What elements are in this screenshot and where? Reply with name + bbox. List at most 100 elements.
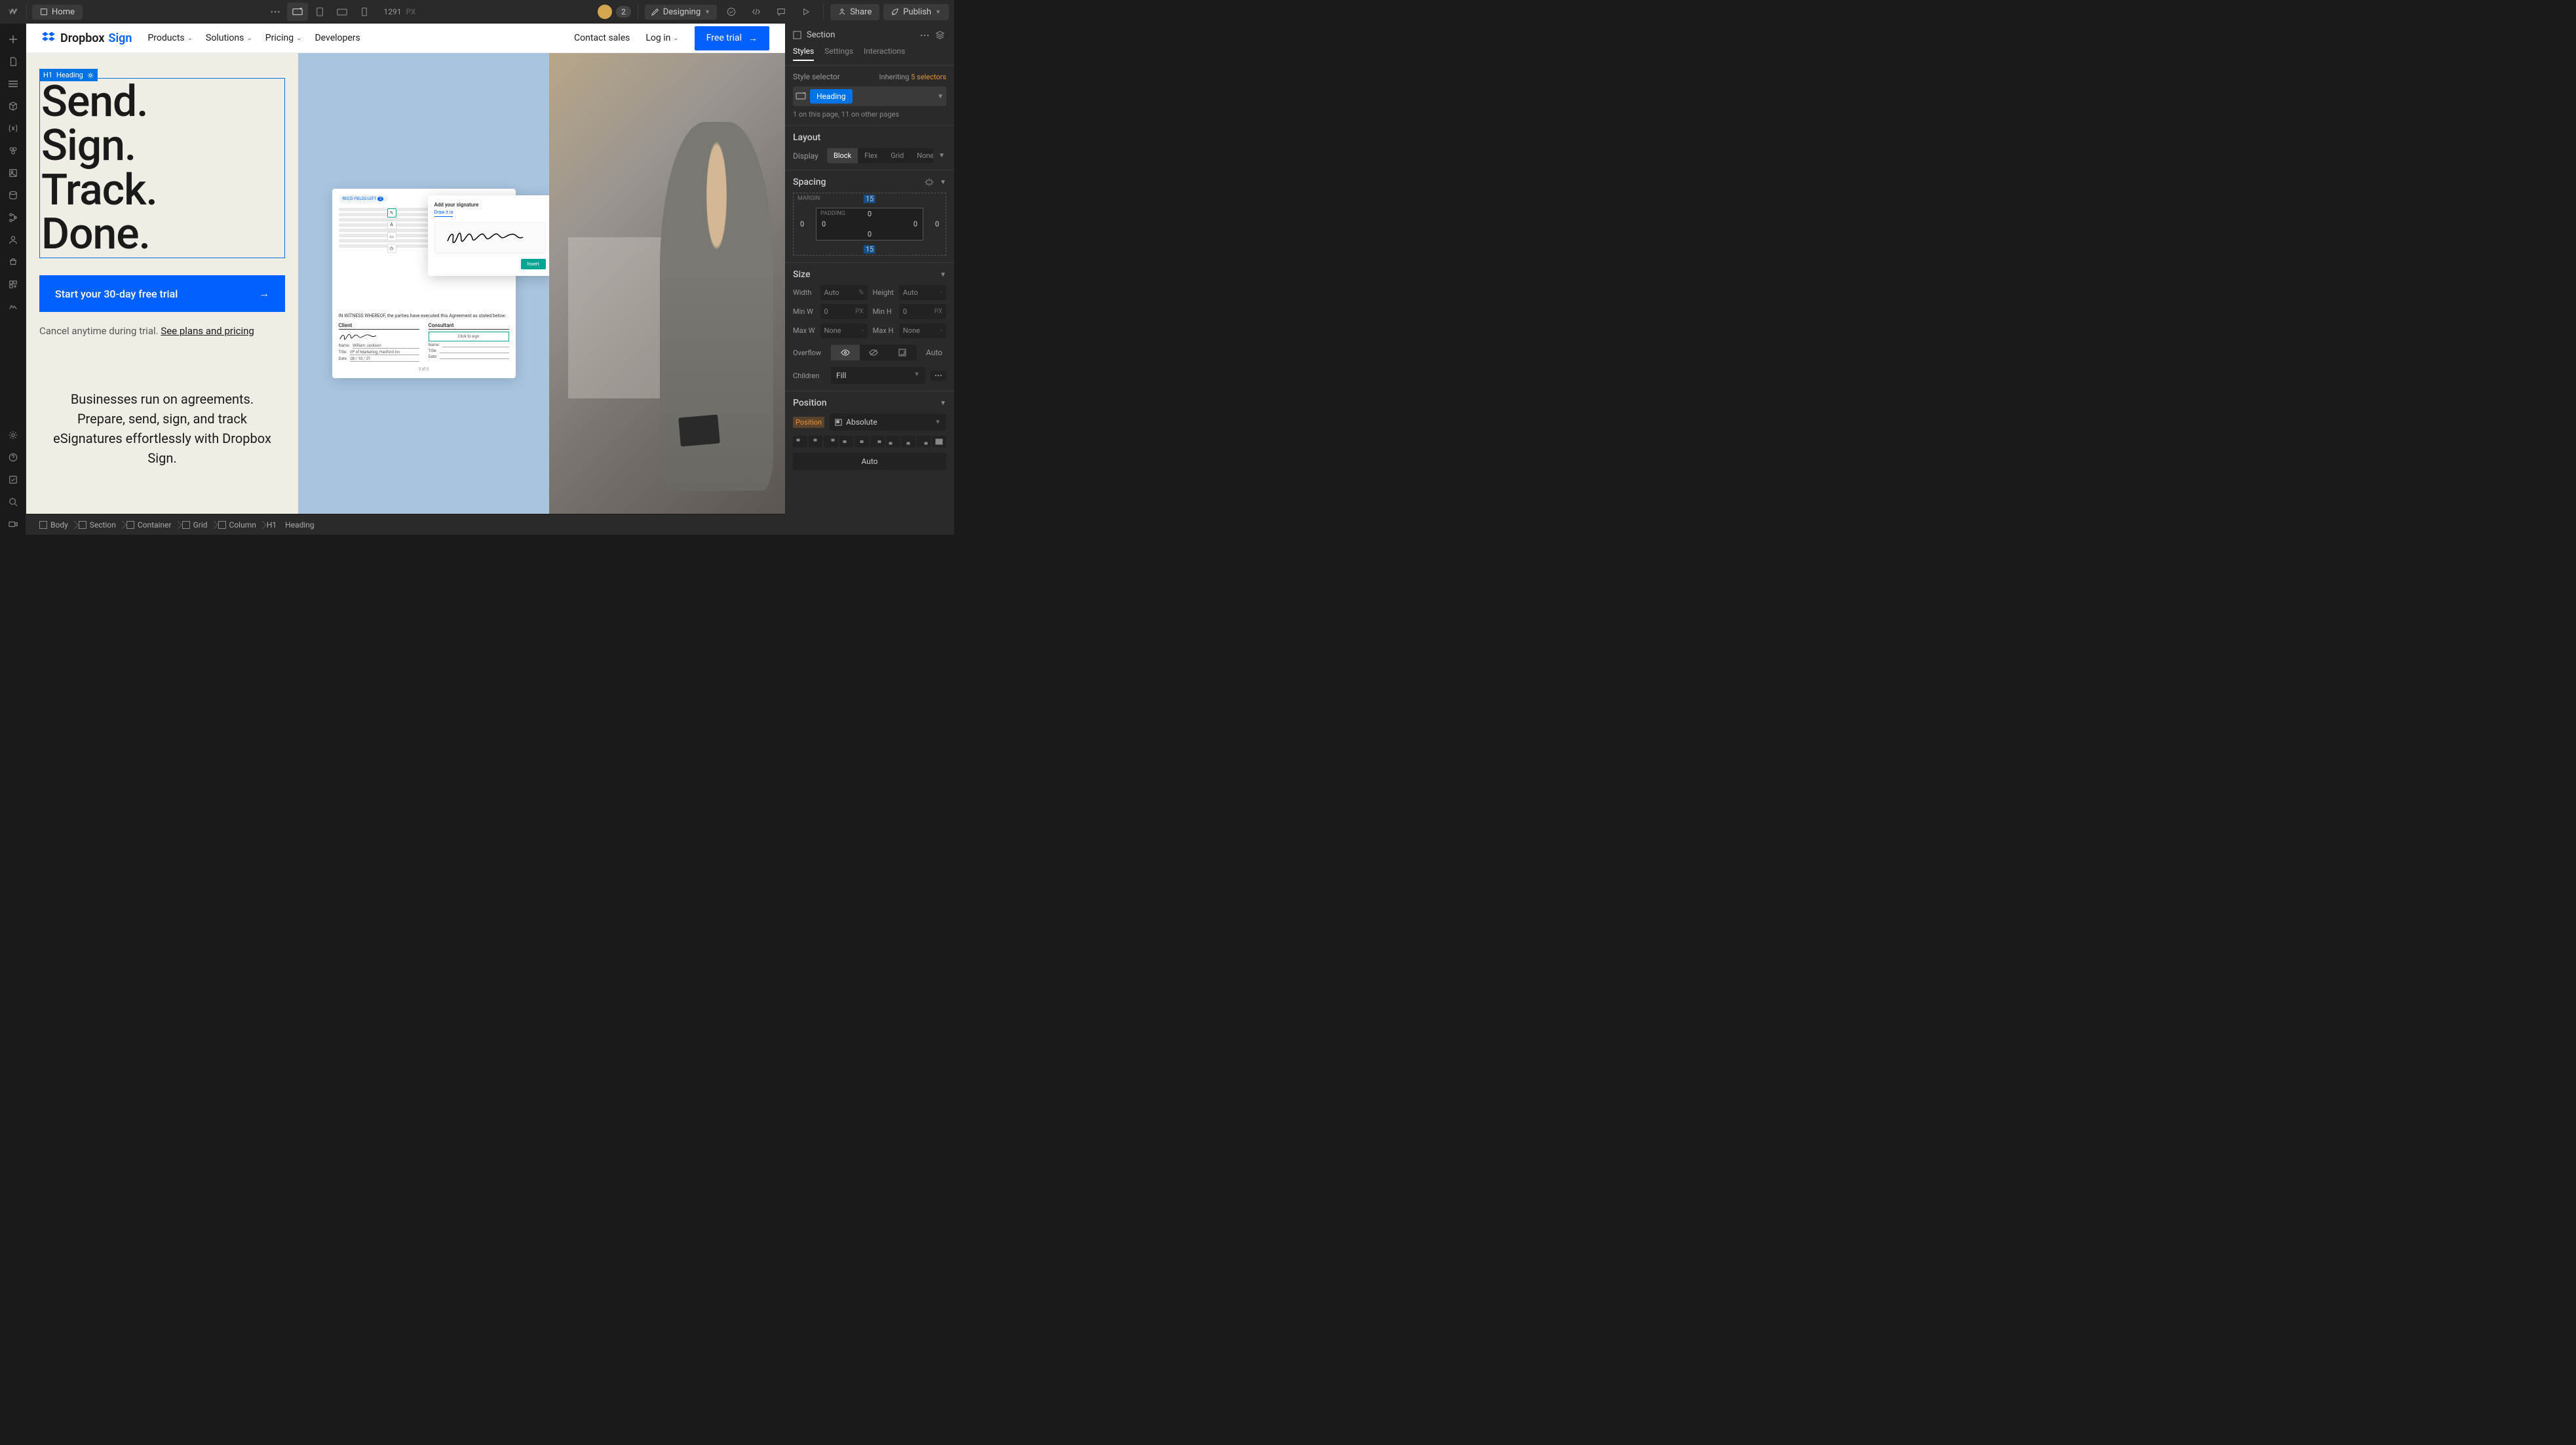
share-button[interactable]: Share: [830, 4, 879, 20]
padding-left-input[interactable]: 0: [822, 220, 826, 229]
tab-settings[interactable]: Settings: [824, 47, 853, 61]
anchor-full[interactable]: [932, 436, 946, 448]
overflow-auto[interactable]: Auto: [922, 348, 946, 357]
webflow-logo-icon[interactable]: [5, 4, 21, 20]
overflow-visible-icon[interactable]: [831, 345, 860, 360]
variables-icon[interactable]: [3, 118, 24, 139]
maxw-input[interactable]: None-: [820, 323, 868, 338]
signature-overlay-subtitle[interactable]: Draw it in: [434, 210, 453, 217]
anchor-tr[interactable]: [824, 436, 838, 448]
display-flex[interactable]: Flex: [858, 148, 884, 163]
home-button[interactable]: Home: [32, 5, 83, 20]
more-icon[interactable]: [931, 370, 946, 381]
crumb-heading[interactable]: H1 Heading: [261, 518, 320, 532]
logic-icon[interactable]: [3, 207, 24, 228]
upload-icon[interactable]: ▭: [387, 232, 396, 241]
code-icon[interactable]: [746, 3, 767, 21]
breakpoint-mobile-icon[interactable]: [354, 3, 375, 21]
anchor-ml[interactable]: [839, 436, 854, 448]
padding-top-input[interactable]: 0: [868, 210, 872, 218]
nav-item-solutions[interactable]: Solutions⌄: [206, 33, 252, 43]
site-logo[interactable]: Dropbox Sign: [42, 31, 132, 45]
nav-item-developers[interactable]: Developers: [315, 33, 360, 43]
tab-styles[interactable]: Styles: [793, 47, 814, 61]
nav-item-pricing[interactable]: Pricing⌄: [265, 33, 302, 43]
contact-sales-link[interactable]: Contact sales: [574, 33, 630, 43]
tab-interactions[interactable]: Interactions: [864, 47, 905, 61]
crumb-container[interactable]: Container: [121, 518, 177, 532]
preview-icon[interactable]: [796, 3, 817, 21]
width-input[interactable]: Auto%: [820, 285, 868, 300]
video-icon[interactable]: [3, 514, 24, 535]
insert-button[interactable]: Insert: [521, 259, 546, 269]
hero-heading[interactable]: Send. Sign. Track. Done.: [41, 80, 283, 256]
breakpoint-tablet-icon[interactable]: [309, 3, 330, 21]
children-select[interactable]: Fill▼: [831, 367, 925, 384]
height-input[interactable]: Auto-: [899, 285, 946, 300]
anchor-bl[interactable]: [886, 436, 900, 448]
anchor-tl[interactable]: [793, 436, 807, 448]
padding-bottom-input[interactable]: 0: [868, 230, 872, 239]
overflow-scroll-icon[interactable]: [888, 345, 917, 360]
check-icon[interactable]: [721, 3, 742, 21]
padding-right-input[interactable]: 0: [913, 220, 917, 229]
create-component-icon[interactable]: [936, 31, 946, 39]
audit-icon[interactable]: [3, 296, 24, 317]
anchor-br[interactable]: [917, 436, 931, 448]
breakpoint-desktop-icon[interactable]: [287, 3, 308, 21]
chevron-down-icon[interactable]: ▼: [940, 400, 946, 407]
more-icon[interactable]: [265, 3, 286, 21]
chevron-down-icon[interactable]: ▼: [937, 93, 944, 100]
draw-icon[interactable]: ✎: [387, 208, 396, 218]
styles-icon[interactable]: [3, 140, 24, 161]
comment-icon[interactable]: [771, 3, 792, 21]
anchor-bc[interactable]: [901, 436, 915, 448]
class-selector-input[interactable]: Heading ▼: [793, 87, 946, 106]
minh-input[interactable]: 0PX: [899, 304, 946, 319]
user-count-badge[interactable]: 2: [616, 6, 631, 18]
settings-icon[interactable]: [3, 425, 24, 446]
free-trial-button[interactable]: Free trial→: [695, 26, 769, 50]
clock-icon[interactable]: ◷: [387, 244, 396, 253]
anchor-mr[interactable]: [870, 436, 885, 448]
anchor-tc[interactable]: [809, 436, 823, 448]
anchor-mc[interactable]: [855, 436, 869, 448]
add-icon[interactable]: [3, 29, 24, 50]
inheriting-link[interactable]: 5 selectors: [911, 73, 946, 81]
crumb-grid[interactable]: Grid: [177, 518, 213, 532]
display-none[interactable]: None: [910, 148, 933, 163]
ecommerce-icon[interactable]: [3, 252, 24, 273]
margin-right-input[interactable]: 0: [935, 220, 939, 229]
search-icon[interactable]: [3, 491, 24, 512]
selected-element-outline[interactable]: Send. Sign. Track. Done.: [39, 78, 285, 258]
cms-icon[interactable]: [3, 185, 24, 206]
type-icon[interactable]: A: [387, 220, 396, 229]
position-select[interactable]: Absolute ▼: [830, 414, 946, 431]
checklist-icon[interactable]: [3, 469, 24, 490]
minw-input[interactable]: 0PX: [820, 304, 868, 319]
chevron-down-icon[interactable]: ▼: [940, 179, 946, 186]
class-tag[interactable]: Heading: [810, 89, 853, 104]
nav-item-products[interactable]: Products⌄: [147, 33, 193, 43]
overflow-hidden-icon[interactable]: [860, 345, 889, 360]
help-icon[interactable]: [3, 447, 24, 468]
margin-top-input[interactable]: 15: [864, 195, 875, 203]
chevron-down-icon[interactable]: ▼: [937, 152, 946, 159]
canvas-width-display[interactable]: 1291 PX: [384, 7, 416, 16]
crumb-column[interactable]: Column: [213, 518, 261, 532]
login-dropdown[interactable]: Log in⌄: [645, 33, 678, 43]
publish-button[interactable]: Publish ▼: [883, 4, 949, 20]
navigator-icon[interactable]: [3, 73, 24, 94]
selection-label[interactable]: H1 Heading: [39, 69, 98, 81]
chevron-down-icon[interactable]: ▼: [940, 271, 946, 279]
assets-icon[interactable]: [3, 163, 24, 183]
display-block[interactable]: Block: [827, 148, 858, 163]
position-auto-button[interactable]: Auto: [793, 453, 946, 470]
maxh-input[interactable]: None-: [899, 323, 946, 338]
canvas[interactable]: Dropbox Sign Products⌄ Solutions⌄ Pricin…: [26, 24, 785, 514]
components-icon[interactable]: [3, 96, 24, 117]
apps-icon[interactable]: [3, 274, 24, 295]
gear-icon[interactable]: [87, 72, 94, 79]
breakpoint-landscape-icon[interactable]: [332, 3, 353, 21]
margin-left-input[interactable]: 0: [800, 220, 804, 229]
